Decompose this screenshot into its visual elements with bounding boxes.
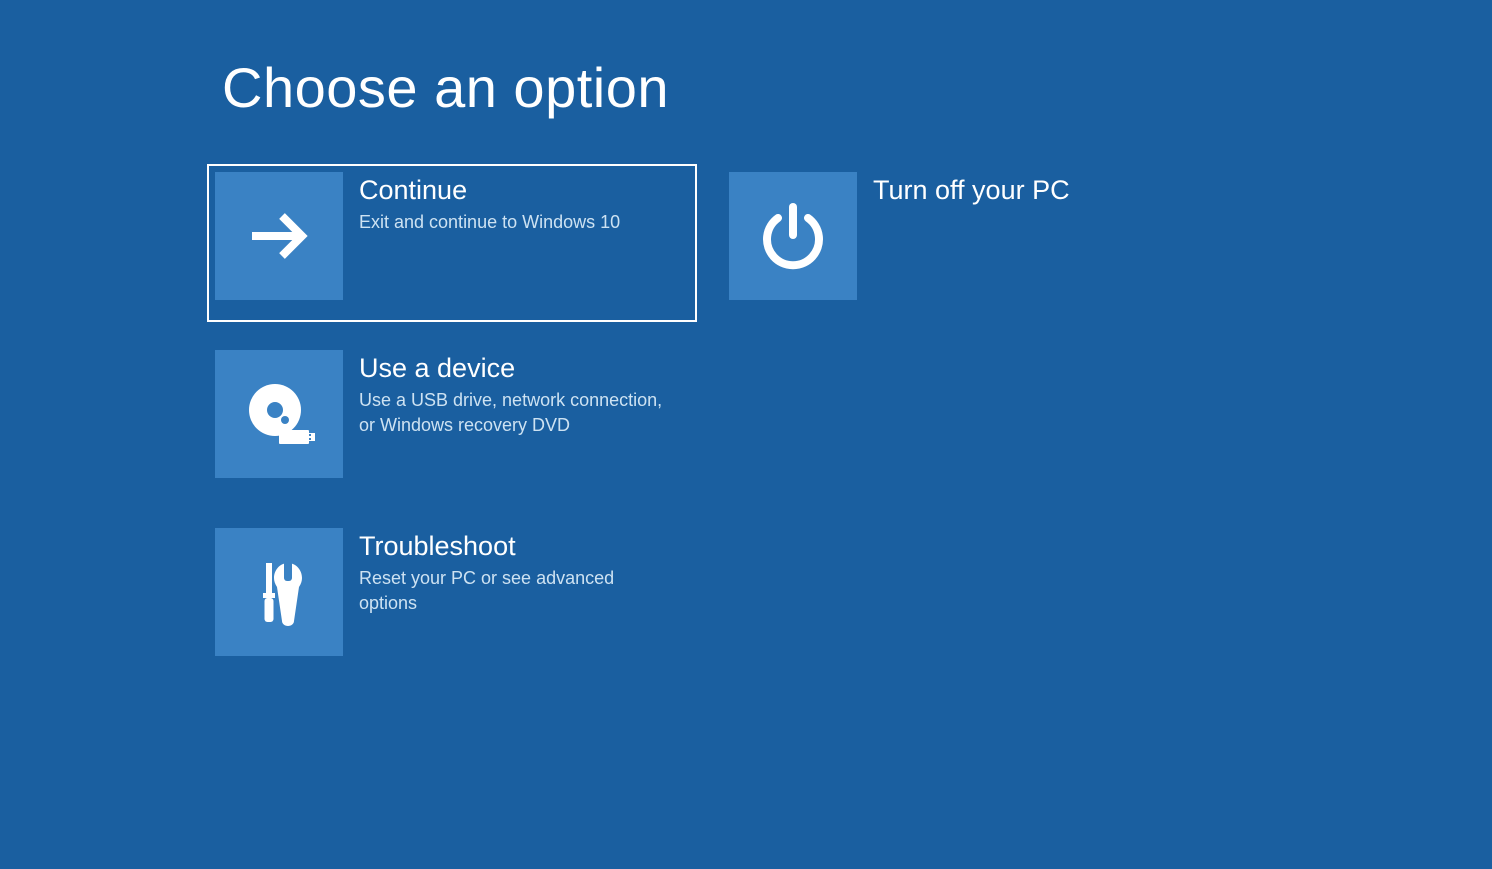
- option-troubleshoot[interactable]: Troubleshoot Reset your PC or see advanc…: [207, 520, 697, 678]
- page-title: Choose an option: [0, 0, 1492, 120]
- option-use-a-device-subtitle: Use a USB drive, network connection, or …: [359, 388, 663, 437]
- option-use-a-device[interactable]: Use a device Use a USB drive, network co…: [207, 342, 697, 500]
- disc-usb-icon: [215, 350, 343, 478]
- option-continue-title: Continue: [359, 174, 620, 206]
- arrow-right-icon: [215, 172, 343, 300]
- option-turn-off-title: Turn off your PC: [873, 174, 1070, 206]
- option-use-a-device-title: Use a device: [359, 352, 663, 384]
- empty-cell: [721, 342, 1211, 500]
- option-continue-subtitle: Exit and continue to Windows 10: [359, 210, 620, 234]
- option-troubleshoot-text: Troubleshoot Reset your PC or see advanc…: [343, 528, 663, 615]
- option-troubleshoot-subtitle: Reset your PC or see advanced options: [359, 566, 663, 615]
- power-icon: [729, 172, 857, 300]
- tools-icon: [215, 528, 343, 656]
- option-continue-text: Continue Exit and continue to Windows 10: [343, 172, 620, 235]
- option-troubleshoot-title: Troubleshoot: [359, 530, 663, 562]
- option-turn-off-text: Turn off your PC: [857, 172, 1070, 210]
- option-use-a-device-text: Use a device Use a USB drive, network co…: [343, 350, 663, 437]
- option-continue[interactable]: Continue Exit and continue to Windows 10: [207, 164, 697, 322]
- options-grid: Continue Exit and continue to Windows 10…: [0, 120, 1492, 678]
- option-turn-off[interactable]: Turn off your PC: [721, 164, 1211, 322]
